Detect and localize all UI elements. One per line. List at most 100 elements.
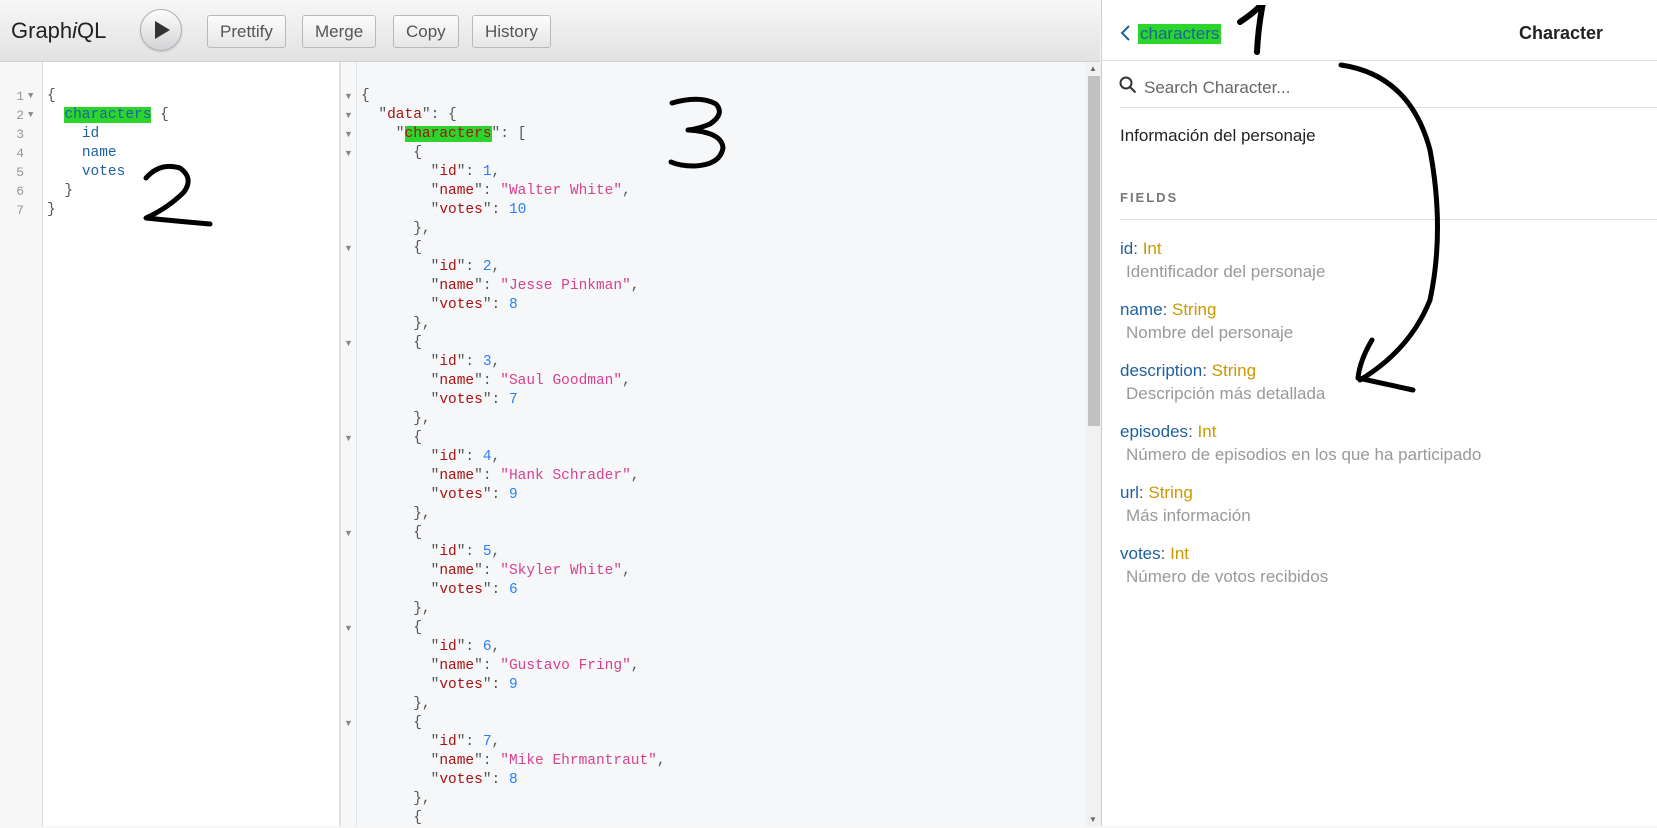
docs-search-input[interactable] xyxy=(1144,76,1624,100)
fold-arrow-icon[interactable]: ▼ xyxy=(344,714,353,733)
field-type-link[interactable]: String xyxy=(1148,483,1192,502)
query-editor[interactable]: 1 2 3 4 5 6 7 ▼ ▼ { characters { id name… xyxy=(0,62,340,826)
result-line: "id": 4, xyxy=(361,449,501,465)
line-number: 6 xyxy=(16,184,24,199)
execute-query-button[interactable] xyxy=(140,9,182,51)
result-line: }, xyxy=(361,316,431,332)
field-description: Número de votos recibidos xyxy=(1126,567,1329,586)
fold-arrow-icon[interactable]: ▼ xyxy=(344,239,353,258)
query-field: id xyxy=(81,126,100,142)
field-type-link[interactable]: String xyxy=(1212,361,1256,380)
result-line: { xyxy=(361,715,422,731)
result-line: "votes": 9 xyxy=(361,487,518,503)
query-root-field: characters xyxy=(64,107,152,123)
field-type-link[interactable]: String xyxy=(1172,300,1216,319)
field-name-link[interactable]: id xyxy=(1120,239,1133,258)
result-line: { xyxy=(361,145,422,161)
result-line: "name": "Hank Schrader", xyxy=(361,468,640,484)
fold-arrow-icon[interactable]: ▼ xyxy=(344,524,353,543)
fold-arrow-icon[interactable]: ▼ xyxy=(344,334,353,353)
field-entry: name: String xyxy=(1120,300,1217,319)
query-line: { xyxy=(47,88,56,104)
result-line: "name": "Skyler White", xyxy=(361,563,631,579)
query-line: name xyxy=(47,144,117,163)
docs-header: characters Character xyxy=(1102,0,1657,61)
result-line: "name": "Walter White", xyxy=(361,183,631,199)
scroll-up-icon[interactable]: ▲ xyxy=(1089,64,1097,73)
result-line: { xyxy=(361,430,422,446)
result-line: }, xyxy=(361,506,431,522)
field-description: Nombre del personaje xyxy=(1126,323,1294,342)
result-line: "votes": 8 xyxy=(361,297,518,313)
query-line: } xyxy=(47,202,56,218)
fold-arrow-icon[interactable]: ▼ xyxy=(344,144,353,163)
result-line: "id": 3, xyxy=(361,354,501,370)
field-name-link[interactable]: episodes xyxy=(1120,422,1188,441)
fold-arrow-icon[interactable]: ▼ xyxy=(344,125,353,144)
search-icon xyxy=(1119,76,1137,94)
line-number: 5 xyxy=(16,165,24,180)
divider xyxy=(1120,107,1657,108)
result-line: }, xyxy=(361,411,431,427)
result-line: "votes": 9 xyxy=(361,677,518,693)
field-entry: votes: Int xyxy=(1120,544,1189,563)
chevron-left-icon[interactable] xyxy=(1119,24,1131,42)
field-type-link[interactable]: Int xyxy=(1170,544,1189,563)
result-line: "id": 6, xyxy=(361,639,501,655)
fold-arrow-icon[interactable]: ▼ xyxy=(344,106,353,125)
field-description: Identificador del personaje xyxy=(1126,262,1326,281)
line-number: 2 xyxy=(16,108,24,123)
result-line: "id": 7, xyxy=(361,734,501,750)
documentation-explorer: characters Character Información del per… xyxy=(1101,0,1657,826)
field-type-link[interactable]: Int xyxy=(1198,422,1217,441)
fold-arrow-icon[interactable]: ▼ xyxy=(344,619,353,638)
scroll-down-icon[interactable]: ▼ xyxy=(1089,815,1097,824)
result-line: "name": "Gustavo Fring", xyxy=(361,658,640,674)
query-line: id xyxy=(47,125,99,144)
field-name-link[interactable]: votes xyxy=(1120,544,1161,563)
history-button[interactable]: History xyxy=(472,15,551,48)
fold-arrow-icon[interactable]: ▼ xyxy=(28,87,33,106)
result-line: { xyxy=(361,810,422,826)
fold-arrow-icon[interactable]: ▼ xyxy=(28,106,33,125)
result-line: "votes": 6 xyxy=(361,582,518,598)
field-name-link[interactable]: description xyxy=(1120,361,1202,380)
result-line: { xyxy=(361,335,422,351)
docs-title: Character xyxy=(1518,23,1603,43)
docs-back-link[interactable]: characters xyxy=(1138,24,1222,44)
result-line: { xyxy=(361,525,422,541)
fold-arrow-icon[interactable]: ▼ xyxy=(344,87,353,106)
field-type-link[interactable]: Int xyxy=(1143,239,1162,258)
scrollbar-thumb[interactable] xyxy=(1088,76,1100,426)
query-line: votes xyxy=(47,163,126,182)
fold-arrow-icon[interactable]: ▼ xyxy=(344,429,353,448)
field-name-link[interactable]: name xyxy=(1120,300,1163,319)
result-line: "votes": 10 xyxy=(361,202,527,218)
prettify-button[interactable]: Prettify xyxy=(207,15,286,48)
field-description: Número de episodios en los que ha partic… xyxy=(1126,445,1482,464)
field-entry: episodes: Int xyxy=(1120,422,1217,441)
result-line: }, xyxy=(361,791,431,807)
line-number: 7 xyxy=(16,203,24,218)
query-line: characters { xyxy=(64,107,169,123)
result-line: "id": 1, xyxy=(361,164,501,180)
result-line: "votes": 7 xyxy=(361,392,518,408)
result-scrollbar[interactable]: ▲ ▼ xyxy=(1086,62,1102,826)
result-line: { xyxy=(361,620,422,636)
result-line: "id": 2, xyxy=(361,259,501,275)
result-line: "name": "Saul Goodman", xyxy=(361,373,631,389)
field-description: Más información xyxy=(1126,506,1251,525)
field-name-link[interactable]: url xyxy=(1120,483,1139,502)
merge-button[interactable]: Merge xyxy=(302,15,377,48)
copy-button[interactable]: Copy xyxy=(393,15,459,48)
play-icon xyxy=(155,21,170,39)
result-line: "name": "Jesse Pinkman", xyxy=(361,278,640,294)
field-entry: description: String xyxy=(1120,361,1257,380)
graphiql-logo: GraphiQL xyxy=(11,18,107,43)
result-line: }, xyxy=(361,601,431,617)
divider xyxy=(1120,219,1657,220)
result-line: "name": "Mike Ehrmantraut", xyxy=(361,753,666,769)
result-viewer[interactable]: ▼ {▼ "data": {▼ "characters": [▼ { "id": … xyxy=(340,62,1102,826)
line-number: 4 xyxy=(16,146,24,161)
fields-heading: FIELDS xyxy=(1120,190,1179,205)
